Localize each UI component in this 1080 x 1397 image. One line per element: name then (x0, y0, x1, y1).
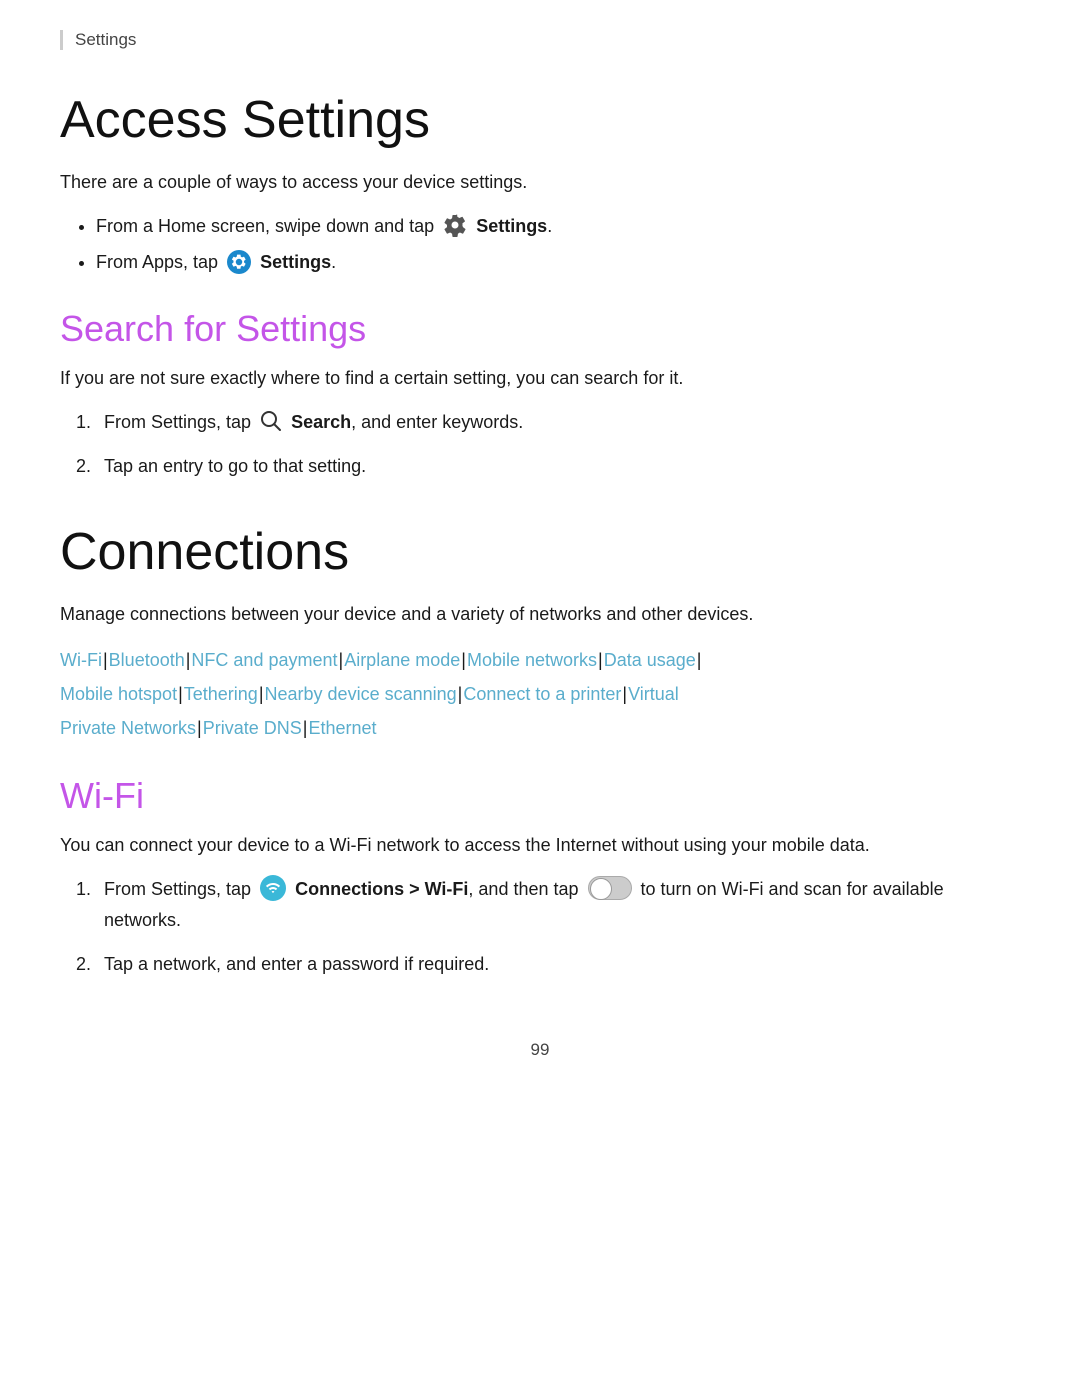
link-tethering[interactable]: Tethering (184, 684, 258, 704)
bullet-1-prefix: From a Home screen, swipe down and tap (96, 216, 439, 236)
breadcrumb: Settings (60, 30, 1020, 50)
sep-1: | (103, 650, 108, 670)
sep-3: | (339, 650, 344, 670)
access-settings-bullet-2: From Apps, tap Settings. (96, 247, 1020, 278)
wifi-step-1-bold: Connections > Wi-Fi (295, 879, 468, 899)
link-data-usage[interactable]: Data usage (604, 650, 696, 670)
link-nearby-scanning[interactable]: Nearby device scanning (265, 684, 457, 704)
search-step-2: Tap an entry to go to that setting. (96, 451, 1020, 482)
sep-10: | (622, 684, 627, 704)
search-settings-list: From Settings, tap Search, and enter key… (60, 407, 1020, 482)
access-settings-list: From a Home screen, swipe down and tap S… (60, 211, 1020, 278)
wifi-step-2: Tap a network, and enter a password if r… (96, 949, 1020, 980)
settings-blue-icon (223, 252, 260, 272)
connections-intro: Manage connections between your device a… (60, 600, 1020, 629)
wifi-step-1: From Settings, tap Connections > Wi-Fi, … (96, 874, 1020, 935)
sep-8: | (259, 684, 264, 704)
sep-9: | (458, 684, 463, 704)
bullet-2-suffix: . (331, 252, 336, 272)
sep-4: | (461, 650, 466, 670)
sep-2: | (186, 650, 191, 670)
gear-icon (439, 216, 476, 236)
sep-12: | (303, 718, 308, 738)
bullet-1-suffix: . (547, 216, 552, 236)
wifi-intro: You can connect your device to a Wi-Fi n… (60, 831, 1020, 860)
breadcrumb-label: Settings (75, 30, 136, 49)
link-bluetooth[interactable]: Bluetooth (109, 650, 185, 670)
wifi-step-1-prefix: From Settings, tap (104, 879, 256, 899)
link-private-dns[interactable]: Private DNS (203, 718, 302, 738)
sep-5: | (598, 650, 603, 670)
search-step-1-suffix: , and enter keywords. (351, 412, 523, 432)
connections-title: Connections (60, 522, 1020, 582)
access-settings-title: Access Settings (60, 90, 1020, 150)
link-printer[interactable]: Connect to a printer (463, 684, 621, 704)
search-step-1: From Settings, tap Search, and enter key… (96, 407, 1020, 438)
search-step-1-prefix: From Settings, tap (104, 412, 256, 432)
link-airplane[interactable]: Airplane mode (344, 650, 460, 670)
toggle-icon (584, 879, 641, 899)
wifi-steps-list: From Settings, tap Connections > Wi-Fi, … (60, 874, 1020, 980)
search-settings-heading: Search for Settings (60, 308, 1020, 350)
bullet-2-bold: Settings (260, 252, 331, 272)
sep-7: | (178, 684, 183, 704)
search-step-1-bold: Search (291, 412, 351, 432)
search-icon (256, 412, 291, 432)
sep-6: | (697, 650, 702, 670)
link-vpn[interactable]: Virtual (628, 684, 679, 704)
search-settings-intro: If you are not sure exactly where to fin… (60, 364, 1020, 393)
connections-links: Wi-Fi|Bluetooth|NFC and payment|Airplane… (60, 643, 1020, 746)
link-mobile-hotspot[interactable]: Mobile hotspot (60, 684, 177, 704)
access-settings-intro: There are a couple of ways to access you… (60, 168, 1020, 197)
bullet-1-bold: Settings (476, 216, 547, 236)
access-settings-bullet-1: From a Home screen, swipe down and tap S… (96, 211, 1020, 242)
link-wifi[interactable]: Wi-Fi (60, 650, 102, 670)
connections-icon (256, 879, 295, 899)
link-nfc[interactable]: NFC and payment (191, 650, 337, 670)
sep-11: | (197, 718, 202, 738)
wifi-heading: Wi-Fi (60, 775, 1020, 817)
page-number: 99 (60, 1040, 1020, 1060)
link-ethernet[interactable]: Ethernet (308, 718, 376, 738)
bullet-2-prefix: From Apps, tap (96, 252, 223, 272)
link-mobile-networks[interactable]: Mobile networks (467, 650, 597, 670)
link-vpn-2[interactable]: Private Networks (60, 718, 196, 738)
wifi-step-1-middle: , and then tap (468, 879, 583, 899)
